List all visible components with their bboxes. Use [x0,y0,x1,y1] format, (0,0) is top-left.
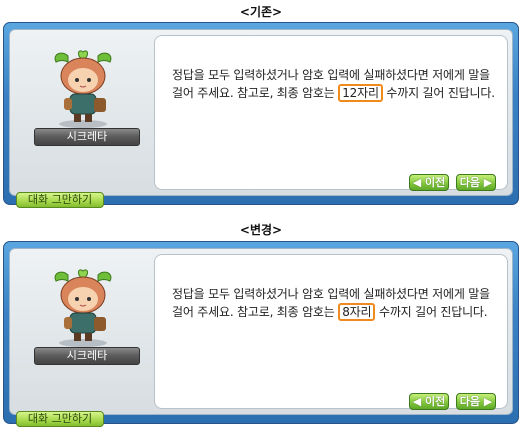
npc-avatar-icon [54,50,112,128]
prev-button[interactable]: ◀ 이전 [409,174,449,191]
section-title-changed: <변경> [239,223,283,237]
dialog-inner-frame: 시크레타 정답을 모두 입력하셨거나 암호 입력에 실패하셨다면 저에게 말을 … [9,248,513,427]
npc-dialog-original: 시크레타 정답을 모두 입력하셨거나 암호 입력에 실패하셨다면 저에게 말을 … [3,22,519,208]
digit-count-highlight: 12자리 [338,84,383,102]
npc-name-plate: 시크레타 [34,347,140,365]
npc-portrait-area: 시크레타 [18,257,148,407]
dialog-inner-frame: 시크레타 정답을 모두 입력하셨거나 암호 입력에 실패하셨다면 저에게 말을 … [9,29,513,208]
next-button[interactable]: 다음 ▶ [456,393,496,410]
dialog-text-after: 수까지 길어 진답니다. [375,305,488,319]
end-chat-button[interactable]: 대화 그만하기 [16,192,104,208]
next-button[interactable]: 다음 ▶ [456,174,496,191]
dialog-text: 정답을 모두 입력하셨거나 암호 입력에 실패하셨다면 저에게 말을 걸어 주세… [172,66,502,102]
digit-count-highlight: 8자리 [338,303,376,321]
section-title-original: <기존> [239,5,283,19]
npc-portrait-area: 시크레타 [18,38,148,188]
dialog-text-box: 정답을 모두 입력하셨거나 암호 입력에 실패하셨다면 저에게 말을 걸어 주세… [154,35,508,191]
npc-avatar-icon [54,269,112,347]
dialog-text-after: 수까지 길어 진답니다. [382,86,495,100]
end-chat-button[interactable]: 대화 그만하기 [16,411,104,427]
npc-name-plate: 시크레타 [34,128,140,146]
dialog-text-box: 정답을 모두 입력하셨거나 암호 입력에 실패하셨다면 저에게 말을 걸어 주세… [154,254,508,410]
dialog-text: 정답을 모두 입력하셨거나 암호 입력에 실패하셨다면 저에게 말을 걸어 주세… [172,285,502,321]
prev-button[interactable]: ◀ 이전 [409,393,449,410]
npc-dialog-changed: 시크레타 정답을 모두 입력하셨거나 암호 입력에 실패하셨다면 저에게 말을 … [3,241,519,427]
